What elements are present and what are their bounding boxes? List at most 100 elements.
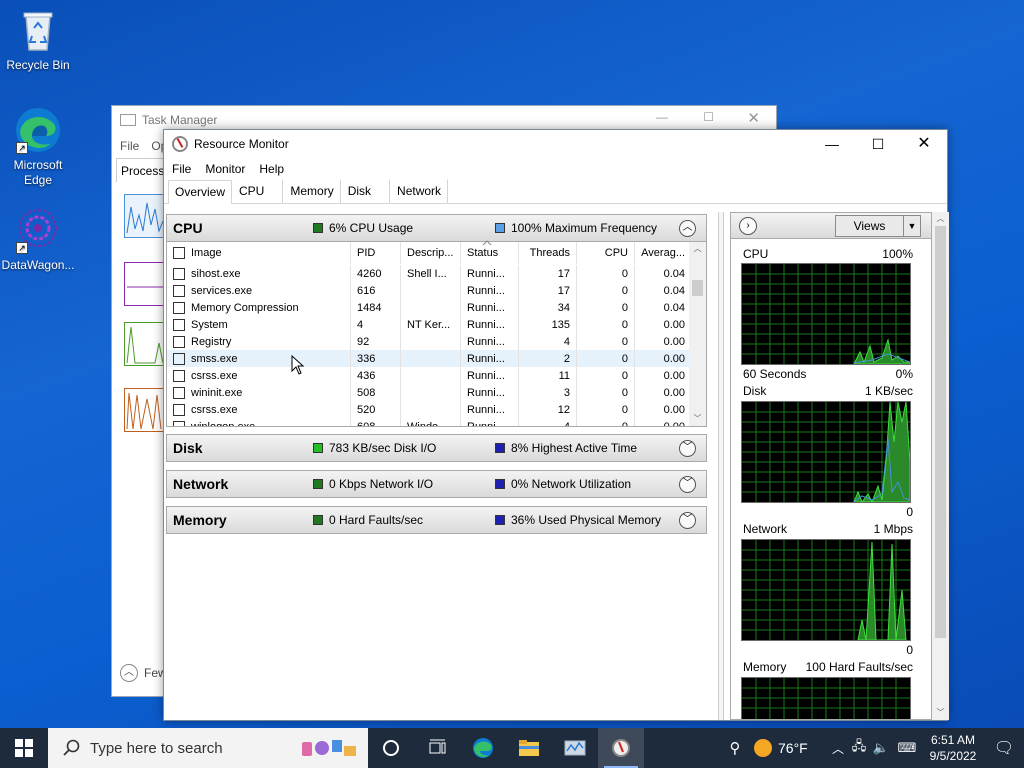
chevron-down-icon[interactable]: ﹀ [679,476,696,493]
cell-threads: 4 [519,418,577,426]
task-view-cortana-button[interactable] [368,728,414,768]
resource-monitor-title: Resource Monitor [194,137,289,151]
chevron-down-icon[interactable]: ﹀ [679,512,696,529]
col-header-cpu[interactable]: CPU [577,242,635,264]
disk-section-header[interactable]: Disk 783 KB/sec Disk I/O 8% Highest Acti… [166,434,707,462]
keyboard-icon[interactable]: ⌨ [892,740,922,756]
minimize-button[interactable]: — [656,110,668,124]
start-button[interactable] [0,728,48,768]
row-checkbox[interactable] [167,284,187,297]
row-checkbox[interactable] [167,386,187,399]
menu-help[interactable]: Help [259,162,284,176]
row-checkbox[interactable] [167,369,187,382]
show-hidden-icons-chevron-icon[interactable]: ︿ [828,740,848,757]
tab-network[interactable]: Network [390,179,449,203]
notifications-icon[interactable]: 🗨 [984,738,1024,758]
network-icon[interactable]: 🖧 [848,737,870,759]
col-header-average-cpu[interactable]: Averag... [635,242,689,264]
clock[interactable]: 6:51 AM 9/5/2022 [922,732,984,764]
edge-icon: ↗ [14,106,62,154]
col-header-threads[interactable]: Threads [519,242,577,264]
table-row[interactable]: Memory Compression 1484 Runni... 34 0 0.04 [167,299,689,316]
volume-icon[interactable]: 🔈 [870,740,892,756]
table-row[interactable]: winlogon.exe 608 Windo... Runni... 4 0 0.00 [167,418,689,426]
scrollbar-thumb[interactable] [935,226,946,638]
row-checkbox[interactable] [167,301,187,314]
menu-monitor[interactable]: Monitor [205,162,245,176]
taskbar-file-explorer-button[interactable] [506,728,552,768]
desktop-icon-recycle-bin[interactable]: Recycle Bin [0,6,76,72]
taskbar-resource-monitor-button[interactable] [598,728,644,768]
scroll-up-arrow-icon[interactable]: ︿ [689,242,706,256]
perf-thumb-memory[interactable] [124,262,166,306]
table-row[interactable]: smss.exe 336 Runni... 2 0 0.00 [167,350,689,367]
minimize-button[interactable]: — [809,130,855,158]
network-utilization-swatch [495,479,505,489]
close-button[interactable]: ✕ [901,130,947,158]
col-header-pid[interactable]: PID [351,242,401,264]
perf-thumb-disk[interactable] [124,322,166,366]
resource-monitor-window[interactable]: Resource Monitor — ☐ ✕ File Monitor Help… [163,129,949,721]
table-row[interactable]: Registry 92 Runni... 4 0 0.00 [167,333,689,350]
tab-overview[interactable]: Overview [168,180,233,204]
table-row[interactable]: sihost.exe 4260 Shell I... Runni... 17 0 0.04 [167,265,689,282]
cpu-section-header[interactable]: CPU 6% CPU Usage 100% Maximum Frequency … [166,214,707,242]
chevron-down-icon[interactable]: ﹀ [679,440,696,457]
desktop-icon-edge[interactable]: ↗ Microsoft Edge [0,106,76,188]
maximize-button[interactable]: ☐ [703,110,714,124]
table-row[interactable]: services.exe 616 Runni... 17 0 0.04 [167,282,689,299]
select-all-checkbox[interactable] [167,247,187,259]
maximize-button[interactable]: ☐ [855,130,901,158]
row-checkbox[interactable] [167,318,187,331]
resource-monitor-icon [612,739,630,757]
tab-cpu[interactable]: CPU [232,179,284,203]
table-row[interactable]: csrss.exe 436 Runni... 11 0 0.00 [167,367,689,384]
cell-status: Runni... [461,299,519,316]
pane-splitter[interactable] [718,212,724,720]
memory-section-title: Memory [173,512,227,528]
process-table-scrollbar[interactable]: ︿ ﹀ [689,242,706,426]
network-section-title: Network [173,476,229,492]
close-button[interactable]: ✕ [747,109,760,127]
tab-memory[interactable]: Memory [283,179,341,203]
people-icon[interactable]: ⚲ [716,739,754,757]
memory-section-header[interactable]: Memory 0 Hard Faults/sec 36% Used Physic… [166,506,707,534]
scroll-down-arrow-icon[interactable]: ﹀ [932,706,949,720]
fewer-details-button[interactable]: ︿ Few [120,664,167,682]
disk-graph [741,401,911,504]
row-checkbox[interactable] [167,420,187,426]
cell-threads: 4 [519,333,577,350]
chevron-up-icon[interactable]: ︿ [679,220,696,237]
chevron-right-icon[interactable]: › [739,216,757,235]
weather-widget[interactable]: 76°F [754,739,828,757]
table-row[interactable]: System 4 NT Ker... Runni... 135 0 0.00 [167,316,689,333]
col-header-description[interactable]: Descrip... [401,242,461,264]
scroll-up-arrow-icon[interactable]: ︿ [932,212,949,226]
row-checkbox[interactable] [167,352,187,365]
disk-active-time-swatch [495,443,505,453]
table-row[interactable]: wininit.exe 508 Runni... 3 0 0.00 [167,384,689,401]
row-checkbox[interactable] [167,403,187,416]
taskbar-task-manager-button[interactable] [552,728,598,768]
graphs-pane-scrollbar[interactable]: ︿ ﹀ [932,212,949,720]
taskbar-search-box[interactable]: Type here to search [48,728,368,768]
tab-disk[interactable]: Disk [341,179,391,203]
perf-thumb-cpu[interactable] [124,194,166,238]
search-placeholder: Type here to search [90,739,223,757]
row-checkbox[interactable] [167,335,187,348]
col-header-image[interactable]: Image [187,242,351,264]
network-section-header[interactable]: Network 0 Kbps Network I/O 0% Network Ut… [166,470,707,498]
row-checkbox[interactable] [167,267,187,280]
task-view-button[interactable] [414,728,460,768]
desktop-icon-datawagon[interactable]: ↗ DataWagon... [0,206,76,272]
table-row[interactable]: csrss.exe 520 Runni... 12 0 0.00 [167,401,689,418]
scroll-down-arrow-icon[interactable]: ﹀ [689,412,706,426]
taskbar-edge-button[interactable] [460,728,506,768]
scrollbar-thumb[interactable] [692,280,703,296]
perf-thumb-ethernet[interactable] [124,388,166,432]
menu-file[interactable]: File [172,162,191,176]
resource-monitor-titlebar[interactable]: Resource Monitor — ☐ ✕ [164,130,947,158]
views-dropdown[interactable]: Views ▼ [835,215,921,237]
menu-file[interactable]: File [120,139,139,153]
resource-monitor-tabs: Overview CPU Memory Disk Network [164,179,947,204]
